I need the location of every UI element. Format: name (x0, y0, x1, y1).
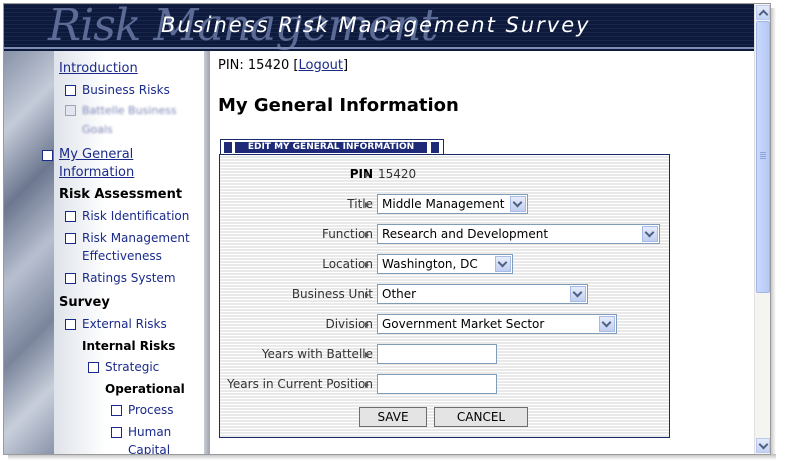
chevron-down-icon[interactable] (599, 316, 615, 332)
sidebar-item-human-capital-2[interactable]: Capital (128, 443, 170, 454)
sidebar-item-external-risks[interactable]: External Risks (82, 317, 167, 331)
scroll-down-icon[interactable] (756, 438, 770, 453)
tab-label: EDIT MY GENERAL INFORMATION (235, 142, 427, 153)
sidebar-heading-operational: Operational (105, 382, 185, 396)
tab-right-cap (431, 142, 439, 153)
sidebar-item-introduction[interactable]: Introduction (59, 61, 138, 76)
chevron-down-icon[interactable] (510, 196, 526, 212)
logout-link[interactable]: Logout (298, 58, 343, 73)
sidebar-item-ratings-system[interactable]: Ratings System (82, 271, 176, 285)
years-position-input[interactable] (377, 374, 497, 394)
sidebar-nav: Introduction Business Risks Battelle Bus… (4, 51, 204, 454)
tab-edit-general-info[interactable]: EDIT MY GENERAL INFORMATION (220, 139, 444, 155)
checkbox-business-risks[interactable] (65, 85, 76, 96)
pin-text: PIN: 15420 (218, 58, 290, 73)
page-title: My General Information (218, 95, 459, 116)
arrow-icon (365, 262, 369, 268)
scroll-up-icon[interactable] (756, 5, 770, 20)
function-select[interactable]: Research and Development (377, 224, 660, 244)
sidebar-item-human-capital[interactable]: Human (128, 425, 171, 439)
pin-value: 15420 (378, 167, 417, 181)
arrow-icon (365, 352, 369, 358)
sidebar-item-label: Introduction (59, 61, 138, 76)
pin-label: PIN (350, 167, 373, 181)
header-rule (4, 47, 754, 49)
years-position-label: Years in Current Position (227, 377, 373, 391)
sidebar-item-label: My General (59, 147, 134, 162)
business-unit-label: Business Unit (291, 287, 373, 301)
sidebar-heading-survey: Survey (59, 295, 110, 310)
checkbox-external-risks[interactable] (65, 319, 76, 330)
arrow-icon (365, 382, 369, 388)
save-button[interactable]: SAVE (359, 407, 427, 427)
checkbox-battelle-goals (65, 105, 76, 116)
checkbox-process[interactable] (111, 405, 122, 416)
division-select-value: Government Market Sector (382, 317, 545, 331)
sidebar-divider (204, 51, 210, 454)
checkbox-strategic[interactable] (88, 362, 99, 373)
cancel-button[interactable]: CANCEL (434, 407, 528, 427)
browser-viewport: Risk Management Business Risk Management… (3, 3, 771, 455)
sidebar-item-battelle-goals-1: Battelle Business (82, 104, 177, 117)
sidebar-item-process[interactable]: Process (128, 403, 174, 417)
arrow-icon (365, 232, 369, 238)
sidebar-heading-internal-risks: Internal Risks (82, 339, 176, 353)
location-select-value: Washington, DC (382, 257, 478, 271)
years-battelle-label: Years with Battelle (261, 347, 373, 361)
tab-left-cap (224, 142, 232, 153)
sidebar-item-strategic[interactable]: Strategic (105, 360, 159, 374)
sidebar-background-image (4, 51, 54, 454)
title-label: Title (347, 197, 373, 211)
checkbox-rm-effectiveness[interactable] (65, 233, 76, 244)
title-select[interactable]: Middle Management (377, 194, 528, 214)
checkbox-ratings-system[interactable] (65, 273, 76, 284)
checkbox-human-capital[interactable] (111, 427, 122, 438)
sidebar-item-rm-effectiveness-2[interactable]: Effectiveness (82, 249, 162, 263)
sidebar-item-risk-identification[interactable]: Risk Identification (82, 209, 189, 223)
header-title: Business Risk Management Survey (161, 13, 591, 37)
function-select-value: Research and Development (382, 227, 549, 241)
location-select[interactable]: Washington, DC (377, 254, 513, 274)
sidebar-item-battelle-goals-2: Goals (82, 123, 113, 136)
checkbox-risk-identification[interactable] (65, 211, 76, 222)
business-unit-select[interactable]: Other (377, 284, 588, 304)
scrollbar-thumb[interactable] (756, 21, 770, 293)
sidebar-item-rm-effectiveness[interactable]: Risk Management (82, 231, 190, 245)
page-header: Risk Management Business Risk Management… (4, 4, 754, 51)
sidebar-item-general-info-2[interactable]: Information (59, 165, 134, 180)
general-info-form: PIN 15420 Title Middle Management Functi… (219, 154, 670, 438)
chevron-down-icon[interactable] (642, 226, 658, 242)
sidebar-item-business-risks[interactable]: Business Risks (82, 83, 170, 97)
chevron-down-icon[interactable] (570, 286, 586, 302)
checkbox-general-info[interactable] (42, 150, 53, 161)
arrow-icon (365, 322, 369, 328)
vertical-scrollbar[interactable] (754, 4, 770, 454)
arrow-icon (365, 202, 369, 208)
main-content: PIN: 15420 [Logout] My General Informati… (212, 51, 752, 454)
years-battelle-input[interactable] (377, 344, 497, 364)
sidebar-heading-risk-assessment: Risk Assessment (59, 187, 183, 202)
title-select-value: Middle Management (382, 197, 505, 211)
division-select[interactable]: Government Market Sector (377, 314, 617, 334)
arrow-icon (365, 292, 369, 298)
arrow-icon (365, 172, 369, 178)
pin-line: PIN: 15420 [Logout] (218, 58, 349, 73)
sidebar-item-label: Information (59, 165, 135, 180)
chevron-down-icon[interactable] (495, 256, 511, 272)
sidebar-item-general-info[interactable]: My General (59, 147, 133, 162)
business-unit-select-value: Other (382, 287, 417, 301)
pin-label-text: PIN (349, 167, 373, 181)
